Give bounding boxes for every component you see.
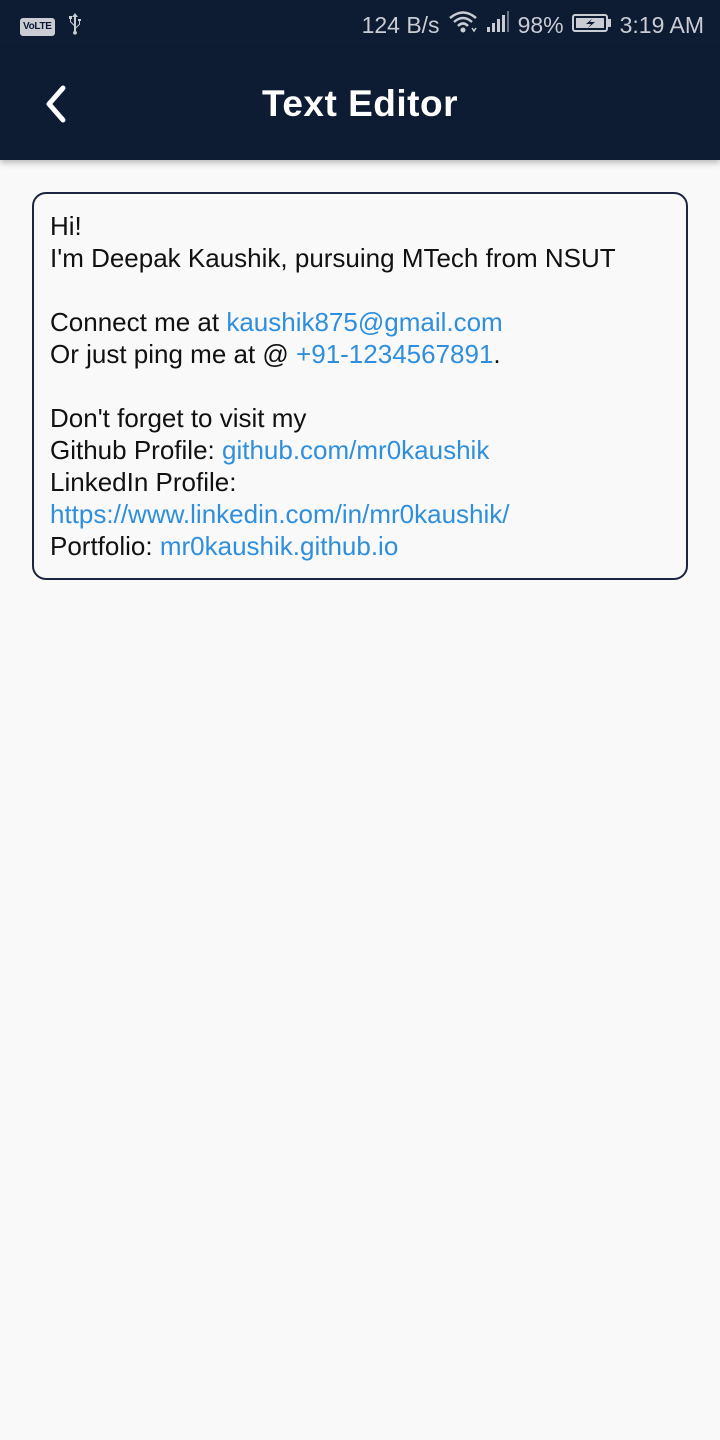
portfolio-link[interactable]: mr0kaushik.github.io — [160, 531, 398, 561]
status-bar-right: 124 B/s 98% 3:19 AM — [362, 10, 704, 40]
editor-line-portfolio: Portfolio: mr0kaushik.github.io — [50, 530, 670, 562]
editor-line-intro: I'm Deepak Kaushik, pursuing MTech from … — [50, 242, 670, 274]
editor-line-ping: Or just ping me at @ +91-1234567891. — [50, 338, 670, 370]
linkedin-link[interactable]: https://www.linkedin.com/in/mr0kaushik/ — [50, 499, 510, 529]
linkedin-label: LinkedIn Profile: — [50, 467, 237, 497]
connect-label: Connect me at — [50, 307, 227, 337]
app-bar: Text Editor — [0, 48, 720, 160]
editor-line-linkedin-link: https://www.linkedin.com/in/mr0kaushik/ — [50, 498, 670, 530]
clock: 3:19 AM — [619, 12, 704, 38]
battery-percent: 98% — [517, 12, 564, 38]
page-title: Text Editor — [262, 83, 458, 124]
greeting-text: Hi! — [50, 211, 82, 241]
volte-icon: VoLTE — [20, 17, 55, 36]
intro-text: I'm Deepak Kaushik, pursuing MTech from … — [50, 243, 616, 273]
text-editor-area[interactable]: Hi! I'm Deepak Kaushik, pursuing MTech f… — [32, 192, 688, 580]
editor-blank-line — [50, 370, 670, 402]
status-bar: VoLTE 124 B/s 98% 3:19 AM — [0, 0, 720, 48]
github-link[interactable]: github.com/mr0kaushik — [222, 435, 489, 465]
editor-line-connect: Connect me at kaushik875@gmail.com — [50, 306, 670, 338]
editor-line-linkedin-label: LinkedIn Profile: — [50, 466, 670, 498]
status-bar-left: VoLTE — [20, 12, 83, 41]
portfolio-label: Portfolio: — [50, 531, 160, 561]
editor-line-greeting: Hi! — [50, 210, 670, 242]
battery-charging-icon — [571, 11, 612, 39]
email-link[interactable]: kaushik875@gmail.com — [226, 307, 502, 337]
visit-text: Don't forget to visit my — [50, 403, 307, 433]
network-speed: 124 B/s — [361, 12, 440, 38]
phone-link[interactable]: +91-1234567891 — [296, 339, 493, 369]
usb-icon — [67, 12, 83, 41]
editor-blank-line — [50, 274, 670, 306]
wifi-icon — [448, 10, 478, 40]
signal-icon — [486, 11, 510, 39]
ping-label: Or just ping me at @ — [50, 339, 297, 369]
editor-line-github: Github Profile: github.com/mr0kaushik — [50, 434, 670, 466]
editor-line-visit: Don't forget to visit my — [50, 402, 670, 434]
ping-suffix: . — [493, 339, 501, 369]
github-label: Github Profile: — [50, 435, 222, 465]
